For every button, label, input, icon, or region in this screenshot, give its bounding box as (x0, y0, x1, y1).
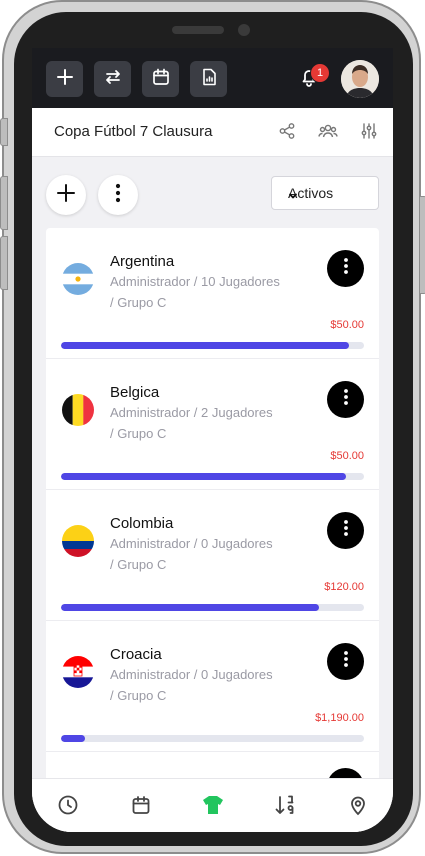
filters-icon[interactable] (357, 119, 381, 143)
status-filter-select[interactable]: Activos (271, 176, 379, 210)
team-group: / Grupo C (110, 426, 167, 441)
team-role: Administrador / 2 Jugadores (110, 405, 273, 420)
chevron-down-icon (288, 188, 371, 204)
phone-side-button (0, 236, 8, 290)
report-button[interactable] (190, 61, 227, 97)
more-options-button[interactable] (98, 175, 138, 215)
notification-badge: 1 (310, 63, 330, 83)
avatar[interactable] (341, 60, 379, 98)
calendar-icon[interactable] (127, 791, 155, 819)
team-name: Croacia (110, 646, 162, 663)
progress-bar (61, 735, 364, 742)
more-vertical-icon (343, 519, 349, 542)
team-role: Administrador / 0 Jugadores (110, 536, 273, 551)
croatia-flag-icon (62, 656, 94, 688)
team-group: / Grupo C (110, 295, 167, 310)
more-vertical-icon (343, 650, 349, 673)
phone-side-button (0, 176, 8, 230)
team-menu-button[interactable] (327, 643, 364, 680)
list-item[interactable]: Croacia Administrador / 0 Jugadores / Gr… (46, 621, 379, 752)
team-menu-button[interactable] (327, 381, 364, 418)
team-role: Administrador / 10 Jugadores (110, 274, 280, 289)
page-title: Copa Fútbol 7 Clausura (54, 123, 213, 140)
swap-button[interactable] (94, 61, 131, 97)
swap-icon (103, 67, 123, 92)
phone-side-button (419, 196, 425, 294)
list-item[interactable]: Argentina Administrador / 10 Jugadores /… (46, 228, 379, 359)
team-role: Administrador / 0 Jugadores (110, 667, 273, 682)
progress-bar (61, 604, 364, 611)
team-group: / Grupo C (110, 557, 167, 572)
team-name: Belgica (110, 384, 160, 401)
team-menu-button[interactable] (327, 512, 364, 549)
add-team-button[interactable] (46, 175, 86, 215)
progress-fill (61, 604, 319, 611)
phone-speaker (172, 26, 224, 34)
list-item[interactable]: Colombia Administrador / 0 Jugadores / G… (46, 490, 379, 621)
bottom-navigation (32, 778, 393, 832)
team-group: / Grupo C (110, 688, 167, 703)
group-icon[interactable] (316, 119, 340, 143)
calendar-button[interactable] (142, 61, 179, 97)
sort-icon[interactable] (272, 791, 300, 819)
progress-bar (61, 473, 364, 480)
page-header: Copa Fútbol 7 Clausura (32, 108, 393, 157)
progress-fill (61, 342, 349, 349)
argentina-flag-icon (62, 263, 94, 295)
team-name: Argentina (110, 253, 175, 270)
top-toolbar: 1 (32, 48, 393, 108)
team-amount: $50.00 (330, 319, 364, 331)
team-name: Colombia (110, 515, 174, 532)
progress-bar (61, 342, 364, 349)
colombia-flag-icon (62, 525, 94, 557)
phone-side-button (0, 118, 8, 146)
plus-icon (55, 182, 77, 209)
phone-camera (238, 24, 250, 36)
team-amount: $1,190.00 (315, 712, 364, 724)
location-icon[interactable] (344, 791, 372, 819)
add-button[interactable] (46, 61, 83, 97)
progress-fill (61, 473, 346, 480)
progress-fill (61, 735, 86, 742)
app-screen: 1 Copa Fútbol 7 Clausura Activos Argenti… (32, 48, 393, 832)
belgium-flag-icon (62, 394, 94, 426)
team-menu-button[interactable] (327, 250, 364, 287)
plus-icon (55, 67, 75, 92)
team-list: Argentina Administrador / 10 Jugadores /… (46, 228, 379, 832)
team-amount: $120.00 (324, 581, 364, 593)
more-vertical-icon (343, 257, 349, 280)
share-icon[interactable] (275, 119, 299, 143)
more-vertical-icon (343, 388, 349, 411)
team-amount: $50.00 (330, 450, 364, 462)
jersey-icon[interactable] (199, 791, 227, 819)
clock-icon[interactable] (54, 791, 82, 819)
more-vertical-icon (115, 183, 121, 208)
list-item[interactable]: Belgica Administrador / 2 Jugadores / Gr… (46, 359, 379, 490)
report-icon (199, 67, 219, 92)
calendar-icon (151, 67, 171, 92)
